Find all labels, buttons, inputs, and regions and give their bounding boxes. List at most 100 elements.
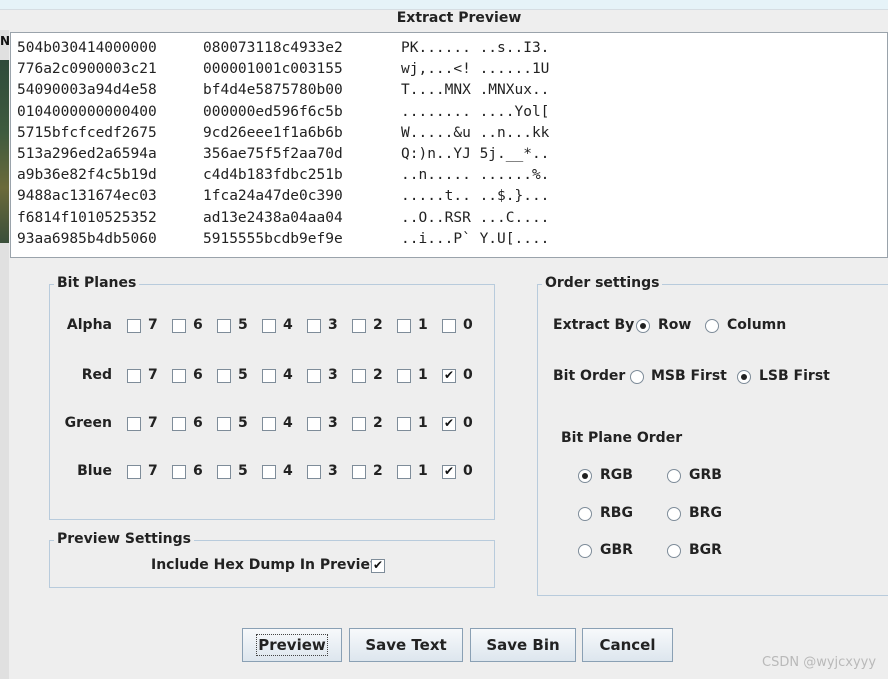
plane-order-radio-bgr[interactable]: [667, 544, 681, 558]
preview-text-area[interactable]: 504b030414000000 080073118c4933e2 PK......…: [10, 32, 888, 258]
bit-checkbox-red-0[interactable]: [442, 368, 456, 383]
hex-row-bytes: 356ae75f5f2aa70d: [203, 146, 343, 162]
bit-checkbox-red-1[interactable]: [397, 369, 411, 383]
hex-row-bytes: a9b36e82f4c5b19d: [17, 167, 157, 184]
preview-settings-title: Preview Settings: [54, 531, 194, 547]
plane-order-label-bgr[interactable]: BGR: [689, 542, 722, 558]
bit-order-lsb-label[interactable]: LSB First: [759, 368, 830, 384]
bit-label: 0: [463, 415, 473, 431]
plane-order-label-rbg[interactable]: RBG: [600, 505, 633, 521]
bit-label: 4: [283, 415, 293, 431]
save-bin-button[interactable]: Save Bin: [470, 628, 576, 662]
plane-order-label-rgb[interactable]: RGB: [600, 467, 633, 483]
hex-row-bytes: 000001001c003155: [203, 61, 343, 78]
bit-checkbox-red-3[interactable]: [307, 369, 321, 383]
hex-row-bytes: f6814f1010525352: [17, 209, 157, 226]
bit-checkbox-alpha-0[interactable]: [442, 319, 456, 333]
bit-order-msb-label[interactable]: MSB First: [651, 368, 727, 384]
hex-row-bytes: ad13e2438a04aa04: [203, 209, 343, 226]
bit-checkbox-alpha-5[interactable]: [217, 319, 231, 333]
bit-checkbox-blue-6[interactable]: [172, 465, 186, 479]
bit-checkbox-red-2[interactable]: [352, 369, 366, 383]
bit-label: 3: [328, 463, 338, 479]
hex-row-ascii: Q:)n..YJ 5j.__*..: [401, 146, 550, 162]
bit-checkbox-alpha-3[interactable]: [307, 319, 321, 333]
bit-checkbox-blue-7[interactable]: [127, 465, 141, 479]
hex-row-bytes: 504b030414000000: [17, 40, 157, 56]
extract-by-row-radio[interactable]: [636, 319, 650, 333]
hex-row-ascii: .....t.. ..$.}...: [401, 188, 550, 205]
plane-order-label-gbr[interactable]: GBR: [600, 542, 633, 558]
bit-label: 6: [193, 317, 203, 333]
save-text-button[interactable]: Save Text: [349, 628, 463, 662]
cancel-button[interactable]: Cancel: [582, 628, 673, 662]
bit-checkbox-green-6[interactable]: [172, 417, 186, 431]
plane-order-radio-gbr[interactable]: [578, 544, 592, 558]
bit-label: 3: [328, 317, 338, 333]
bit-checkbox-blue-5[interactable]: [217, 465, 231, 479]
save-text-button-label: Save Text: [365, 636, 447, 654]
bit-checkbox-blue-1[interactable]: [397, 465, 411, 479]
bit-label: 1: [418, 415, 428, 431]
plane-order-radio-brg[interactable]: [667, 507, 681, 521]
hex-row-bytes: 000000ed596f6c5b: [203, 103, 343, 120]
channel-label-green: Green: [64, 415, 112, 431]
plane-order-radio-rbg[interactable]: [578, 507, 592, 521]
bit-checkbox-blue-3[interactable]: [307, 465, 321, 479]
hex-row-bytes: 5715bfcfcedf2675: [17, 124, 157, 141]
plane-order-label-brg[interactable]: BRG: [689, 505, 722, 521]
hex-row-ascii: ..i...P` Y.U[....: [401, 230, 550, 247]
bit-checkbox-green-5[interactable]: [217, 417, 231, 431]
bit-checkbox-red-5[interactable]: [217, 369, 231, 383]
bit-label: 1: [418, 463, 428, 479]
preview-button[interactable]: Preview: [242, 628, 342, 662]
bit-label: 0: [463, 463, 473, 479]
bit-label: 3: [328, 415, 338, 431]
bit-label: 2: [373, 463, 383, 479]
bit-checkbox-alpha-6[interactable]: [172, 319, 186, 333]
bit-checkbox-green-7[interactable]: [127, 417, 141, 431]
bit-checkbox-alpha-1[interactable]: [397, 319, 411, 333]
hex-row-ascii: W.....&u ..n...kk: [401, 124, 550, 141]
bit-label: 2: [373, 317, 383, 333]
bit-order-msb-radio[interactable]: [630, 370, 644, 384]
bit-checkbox-green-0[interactable]: [442, 416, 456, 431]
cancel-button-label: Cancel: [599, 636, 656, 654]
plane-order-radio-rgb[interactable]: [578, 469, 592, 483]
bit-label: 6: [193, 415, 203, 431]
bit-checkbox-blue-4[interactable]: [262, 465, 276, 479]
bit-checkbox-alpha-2[interactable]: [352, 319, 366, 333]
bit-label: 7: [148, 415, 158, 431]
bit-checkbox-blue-0[interactable]: [442, 464, 456, 479]
plane-order-label-grb[interactable]: GRB: [689, 467, 722, 483]
hex-dump-checkbox[interactable]: [371, 558, 385, 573]
title-bar-strip: [0, 0, 888, 10]
hex-row-bytes: c4d4b183fdbc251b: [203, 167, 343, 184]
bit-checkbox-red-6[interactable]: [172, 369, 186, 383]
bit-checkbox-green-1[interactable]: [397, 417, 411, 431]
bit-plane-order-label: Bit Plane Order: [561, 430, 683, 446]
plane-order-radio-grb[interactable]: [667, 469, 681, 483]
bit-checkbox-blue-2[interactable]: [352, 465, 366, 479]
bit-checkbox-alpha-7[interactable]: [127, 319, 141, 333]
bit-checkbox-green-3[interactable]: [307, 417, 321, 431]
bit-checkbox-red-4[interactable]: [262, 369, 276, 383]
hex-row: a9b36e82f4c5b19d c4d4b183fdbc251b ..n.....…: [17, 165, 549, 186]
bit-checkbox-alpha-4[interactable]: [262, 319, 276, 333]
background-window-image: [0, 60, 9, 243]
bit-label: 4: [283, 367, 293, 383]
bit-planes-title: Bit Planes: [54, 275, 140, 291]
hex-row: 93aa6985b4db5060 5915555bcdb9ef9e ..i...P`…: [17, 229, 549, 250]
extract-by-column-radio[interactable]: [705, 319, 719, 333]
hex-row-ascii: PK...... ..s..I3.: [401, 40, 550, 56]
background-window-letter: N: [0, 34, 11, 48]
bit-label: 2: [373, 367, 383, 383]
bit-checkbox-red-7[interactable]: [127, 369, 141, 383]
bit-checkbox-green-4[interactable]: [262, 417, 276, 431]
extract-by-row-label[interactable]: Row: [658, 317, 691, 333]
bit-checkbox-green-2[interactable]: [352, 417, 366, 431]
hex-row: 0104000000000400 000000ed596f6c5b........…: [17, 102, 549, 123]
bit-order-lsb-radio[interactable]: [737, 370, 751, 384]
extract-by-column-label[interactable]: Column: [727, 317, 786, 333]
hex-row-bytes: 93aa6985b4db5060: [17, 230, 157, 247]
